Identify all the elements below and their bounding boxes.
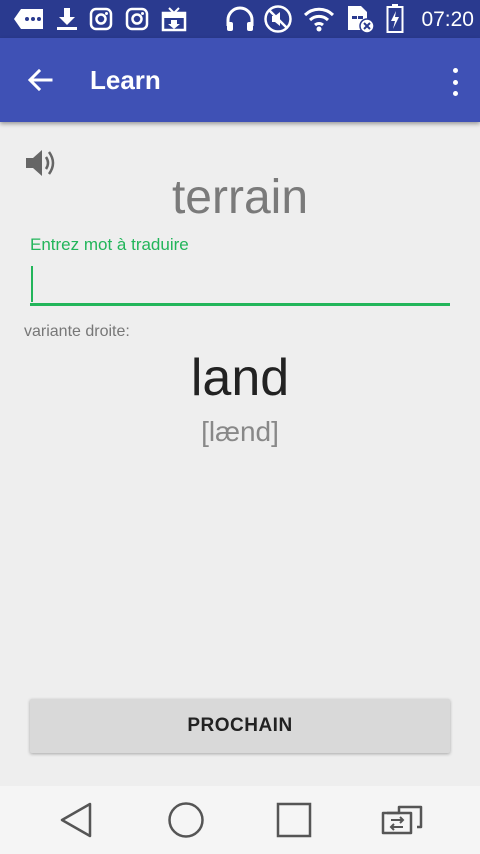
status-bar: 07:20 bbox=[0, 0, 480, 38]
overflow-dot bbox=[452, 79, 458, 85]
nav-recents-button[interactable] bbox=[270, 798, 318, 842]
nav-home-button[interactable] bbox=[162, 798, 210, 842]
nav-switch-button[interactable] bbox=[380, 798, 428, 842]
overflow-menu-button[interactable] bbox=[450, 62, 460, 102]
headphones-icon bbox=[224, 5, 256, 33]
gift-download-icon bbox=[160, 5, 188, 33]
input-hint: Entrez mot à traduire bbox=[30, 235, 189, 254]
page-title: Learn bbox=[90, 65, 161, 95]
wifi-icon bbox=[302, 5, 336, 33]
back-triangle-icon bbox=[60, 802, 92, 838]
arrow-back-icon bbox=[27, 68, 53, 92]
correct-answer: land bbox=[190, 349, 290, 407]
download-icon bbox=[54, 5, 80, 33]
variant-label: variante droite: bbox=[24, 323, 130, 340]
next-button[interactable]: PROCHAIN bbox=[30, 699, 450, 753]
mute-icon bbox=[262, 5, 294, 33]
back-button[interactable] bbox=[18, 58, 62, 102]
overflow-dot bbox=[452, 68, 458, 73]
recents-square-icon bbox=[276, 802, 312, 838]
system-nav-bar bbox=[0, 786, 480, 854]
status-time: 07:20 bbox=[421, 8, 474, 31]
overflow-dot bbox=[452, 91, 458, 96]
text-cursor bbox=[31, 266, 33, 302]
sim-no-signal-icon bbox=[344, 5, 376, 34]
home-circle-icon bbox=[168, 802, 204, 838]
screen-switch-icon bbox=[381, 805, 423, 835]
instagram-icon bbox=[124, 5, 150, 33]
source-word: terrain bbox=[171, 171, 309, 224]
app-bar: Learn bbox=[0, 38, 480, 122]
battery-charging-icon bbox=[384, 4, 406, 33]
chat-icon bbox=[12, 5, 46, 33]
nav-back-button[interactable] bbox=[52, 798, 100, 842]
translation-input[interactable] bbox=[30, 262, 450, 306]
instagram-icon bbox=[88, 5, 114, 33]
transcription: [lænd] bbox=[201, 416, 279, 447]
